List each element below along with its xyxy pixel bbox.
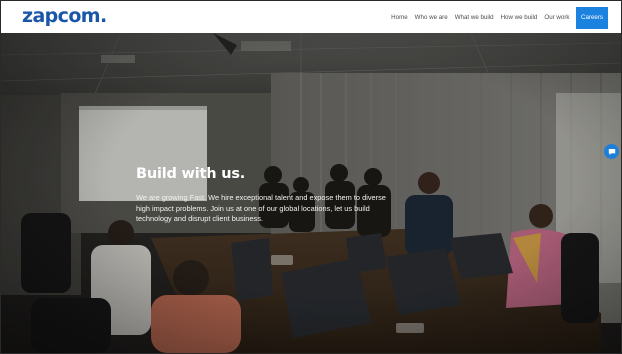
logo-text: zapcom [22,5,101,27]
hero-banner: Build with us. We are growing Fast. We h… [1,33,621,353]
nav-who-we-are[interactable]: Who we are [411,7,451,29]
chat-icon [608,148,615,155]
logo-dot: . [100,5,107,27]
chat-button[interactable] [604,144,619,159]
nav-careers[interactable]: Careers [575,7,608,29]
nav-home[interactable]: Home [388,7,412,29]
hero-title: Build with us. [136,166,246,182]
zapcom-logo[interactable]: zapcom. [22,5,107,27]
nav-how-we-build[interactable]: How we build [497,7,541,29]
nav-our-work[interactable]: Our work [541,7,573,29]
page-frame: zapcom. Home Who we are What we build Ho… [0,0,622,354]
main-nav: Home Who we are What we build How we bui… [388,7,608,29]
hero-description: We are growing Fast. We hire exceptional… [136,193,386,224]
nav-what-we-build[interactable]: What we build [451,7,497,29]
site-header: zapcom. Home Who we are What we build Ho… [1,1,621,33]
